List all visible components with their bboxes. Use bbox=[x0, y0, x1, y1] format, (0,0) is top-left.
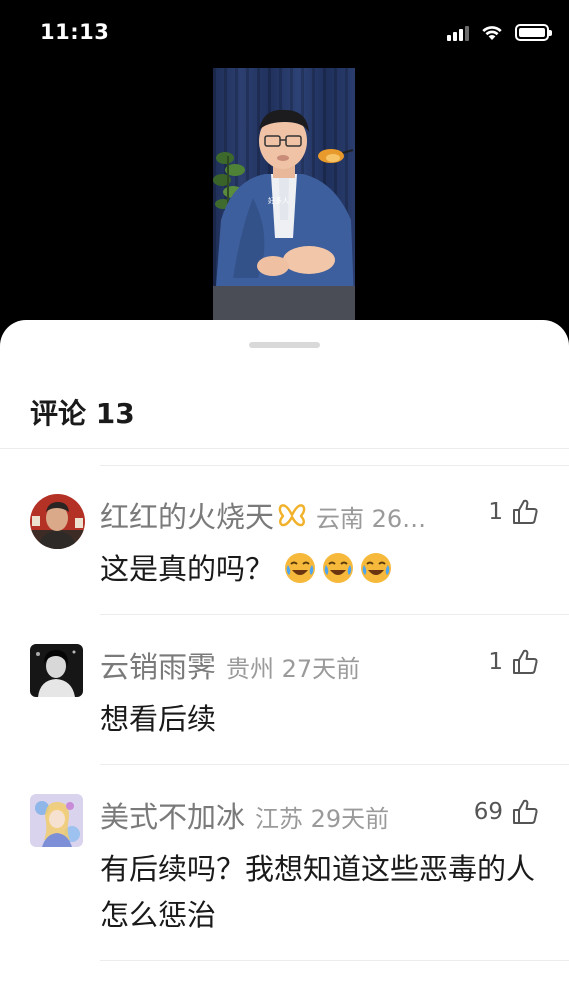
location-time: 贵州 27天前 bbox=[226, 655, 361, 683]
crying-laughing-emoji bbox=[285, 553, 316, 583]
status-bar: 11:13 bbox=[0, 0, 569, 68]
divider bbox=[100, 960, 569, 961]
comment-text: 想看后续 bbox=[100, 702, 217, 736]
like-button[interactable]: 1 bbox=[488, 648, 539, 676]
status-time: 11:13 bbox=[40, 20, 110, 44]
comment-meta: 云销雨霁 贵州 27天前 bbox=[100, 644, 360, 686]
status-icons bbox=[447, 24, 552, 41]
like-button[interactable]: 69 bbox=[474, 798, 539, 826]
username[interactable]: 云销雨霁 bbox=[100, 644, 216, 686]
comment-text: 这是真的吗？ bbox=[100, 546, 540, 592]
location-time: 江苏 29天前 bbox=[255, 805, 390, 833]
battery-icon bbox=[515, 24, 552, 41]
location-time: 云南 26… bbox=[316, 505, 427, 533]
comments-title: 评论 13 bbox=[30, 397, 135, 430]
cellular-signal-icon bbox=[447, 25, 469, 41]
divider bbox=[100, 614, 569, 615]
comments-sheet: 评论 13 红红的火烧天 云南 26… 1 这是真的吗？ 云销雨霁 贵州 27天… bbox=[0, 320, 569, 1000]
video-player[interactable]: 好多人 bbox=[213, 68, 355, 326]
like-button[interactable]: 1 bbox=[488, 498, 539, 526]
comment-text-content: 这是真的吗？ bbox=[100, 552, 275, 586]
comment-text: 有后续吗？我想知道这些恶毒的人怎么惩治 bbox=[100, 852, 536, 932]
thumbs-up-icon bbox=[513, 799, 538, 824]
avatar[interactable] bbox=[30, 494, 85, 549]
username[interactable]: 美式不加冰 bbox=[100, 794, 245, 836]
like-count: 1 bbox=[488, 499, 503, 525]
crying-laughing-emoji bbox=[361, 553, 392, 583]
sheet-grabber[interactable] bbox=[249, 342, 320, 348]
comment-meta: 红红的火烧天 云南 26… bbox=[100, 494, 426, 536]
username[interactable]: 红红的火烧天 bbox=[100, 494, 274, 536]
avatar[interactable] bbox=[30, 644, 83, 697]
video-caption: 好多人 bbox=[268, 197, 289, 205]
thumbs-up-icon bbox=[513, 649, 538, 674]
divider bbox=[0, 448, 569, 449]
butterfly-badge-icon bbox=[278, 504, 306, 527]
like-count: 1 bbox=[488, 649, 503, 675]
crying-laughing-emoji bbox=[323, 553, 354, 583]
thumbs-up-icon bbox=[513, 499, 538, 524]
divider bbox=[100, 764, 569, 765]
wifi-icon bbox=[482, 26, 502, 40]
comment-meta: 美式不加冰 江苏 29天前 bbox=[100, 794, 389, 836]
avatar[interactable] bbox=[30, 794, 83, 847]
like-count: 69 bbox=[473, 799, 503, 825]
divider bbox=[100, 465, 569, 466]
